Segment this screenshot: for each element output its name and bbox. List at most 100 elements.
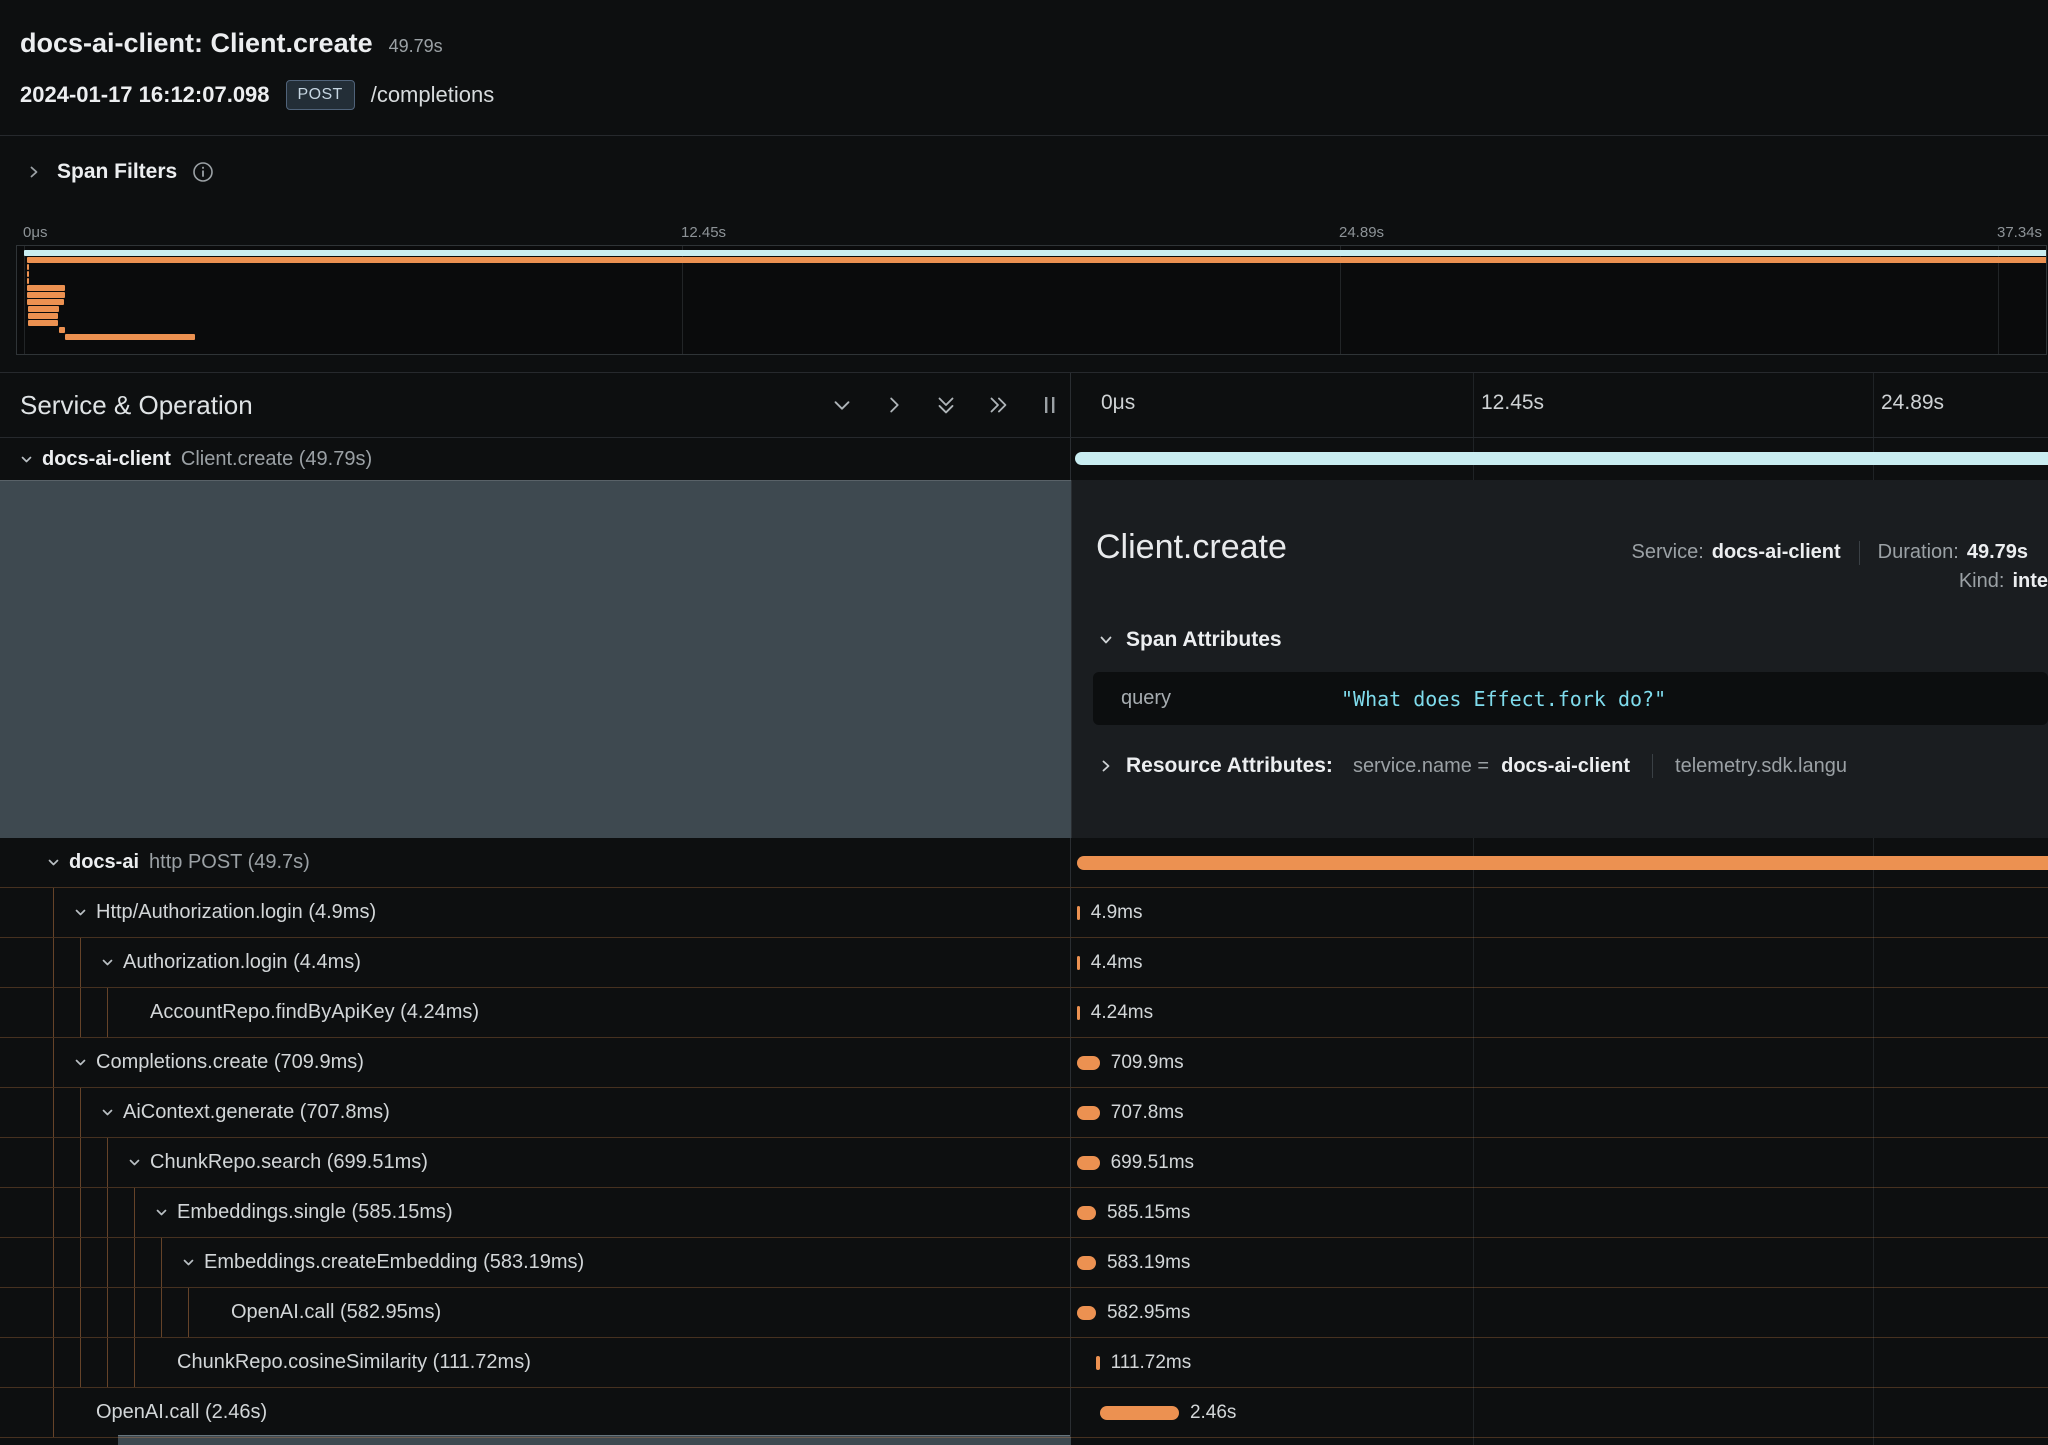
span-label-cell[interactable]: Embeddings.single (585.15ms)	[0, 1188, 1071, 1237]
span-duration-bar[interactable]	[1075, 452, 2048, 465]
chevron-down-icon[interactable]	[180, 1254, 197, 1271]
indent-guide	[80, 1288, 81, 1337]
span-duration-bar[interactable]	[1077, 1206, 1096, 1220]
span-row[interactable]: OpenAI.call (2.46s)2.46s	[0, 1388, 2048, 1438]
chevron-down-icon[interactable]	[153, 1204, 170, 1221]
chevron-down-icon[interactable]	[72, 904, 89, 921]
span-duration-bar[interactable]	[1100, 1406, 1179, 1420]
resource-attributes-toggle[interactable]: Resource Attributes: service.name = docs…	[1098, 754, 2048, 778]
span-duration-label: 4.24ms	[1091, 1002, 1153, 1024]
span-duration-bar[interactable]	[1077, 1256, 1096, 1270]
chevron-right-icon[interactable]	[26, 164, 42, 180]
span-timeline-cell: 4.24ms	[1071, 988, 2048, 1037]
attribute-row-query: query "What does Effect.fork do?"	[1093, 672, 2048, 725]
chevron-down-icon[interactable]	[72, 1054, 89, 1071]
span-duration-bar[interactable]	[1077, 1056, 1100, 1070]
indent-guide	[107, 988, 108, 1037]
span-detail-block: Client.create Service: docs-ai-client Du…	[0, 480, 2048, 838]
span-label-cell[interactable]: OpenAI.call (2.46s)	[0, 1388, 1071, 1437]
indent-guide	[134, 1338, 135, 1387]
span-attributes-toggle[interactable]: Span Attributes	[1098, 628, 1282, 652]
trace-header: docs-ai-client: Client.create 49.79s 202…	[0, 0, 2048, 136]
span-timeline-cell: 709.9ms	[1071, 1038, 2048, 1087]
minimap-span-bar	[24, 250, 2047, 256]
span-label-cell[interactable]: docs-aihttp POST (49.7s)	[0, 838, 1071, 887]
span-operation: Authorization.login (4.4ms)	[123, 951, 361, 974]
split-handle-icon[interactable]	[1036, 391, 1064, 419]
span-row[interactable]: Http/Authorization.login (4.9ms)4.9ms	[0, 888, 2048, 938]
indent-guide	[134, 1288, 135, 1337]
span-filters-toggle[interactable]: Span Filters	[26, 160, 214, 184]
chevron-down-icon[interactable]	[45, 854, 62, 871]
double-chevron-down-button[interactable]	[932, 391, 960, 419]
span-duration-bar[interactable]	[1077, 956, 1080, 970]
timeline-minimap[interactable]	[16, 245, 2047, 355]
indent-guide	[107, 1338, 108, 1387]
chevron-down-icon[interactable]	[18, 451, 35, 468]
minimap-gridline	[24, 246, 25, 354]
span-row[interactable]: Embeddings.createEmbedding (583.19ms)583…	[0, 1238, 2048, 1288]
span-duration-bar[interactable]	[1077, 1306, 1096, 1320]
span-duration-bar[interactable]	[1077, 856, 2048, 870]
span-operation: AiContext.generate (707.8ms)	[123, 1101, 390, 1124]
span-row[interactable]: docs-ai-clientClient.create (49.79s)	[0, 438, 2048, 480]
span-operation: Embeddings.createEmbedding (583.19ms)	[204, 1251, 584, 1274]
span-attributes-label: Span Attributes	[1126, 628, 1282, 652]
span-duration-bar[interactable]	[1077, 1156, 1099, 1170]
span-operation: Client.create (49.79s)	[181, 448, 372, 471]
span-label-cell[interactable]: Authorization.login (4.4ms)	[0, 938, 1071, 987]
minimap-span-bar	[65, 334, 195, 340]
span-duration-bar[interactable]	[1077, 1106, 1100, 1120]
chevron-down-icon[interactable]	[1098, 632, 1114, 648]
indent-guide	[53, 1088, 54, 1137]
http-method-badge: POST	[286, 80, 355, 110]
span-label-cell[interactable]: OpenAI.call (582.95ms)	[0, 1288, 1071, 1337]
span-row[interactable]: AccountRepo.findByApiKey (4.24ms) 4.24ms	[0, 988, 2048, 1038]
span-label-cell[interactable]: Http/Authorization.login (4.9ms)	[0, 888, 1071, 937]
span-duration-bar[interactable]	[1077, 1006, 1080, 1020]
span-row[interactable]: Authorization.login (4.4ms)4.4ms	[0, 938, 2048, 988]
span-duration-bar[interactable]	[1096, 1356, 1100, 1370]
attribute-key: query	[1121, 687, 1171, 710]
span-operation: Completions.create (709.9ms)	[96, 1051, 364, 1074]
span-label-cell[interactable]: ChunkRepo.cosineSimilarity (111.72ms)	[0, 1338, 1071, 1387]
selected-span-region	[0, 480, 1071, 838]
span-row[interactable]: OpenAI.call (582.95ms)582.95ms	[0, 1288, 2048, 1338]
span-row[interactable]: docs-aihttp POST (49.7s)	[0, 838, 2048, 888]
service-value: docs-ai-client	[1712, 541, 1841, 564]
span-label-cell[interactable]: Embeddings.createEmbedding (583.19ms)	[0, 1238, 1071, 1287]
info-icon[interactable]	[192, 161, 214, 183]
span-row[interactable]: ChunkRepo.search (699.51ms)699.51ms	[0, 1138, 2048, 1188]
minimap-span-bar	[27, 292, 64, 298]
service-operation-title: Service & Operation	[20, 390, 828, 421]
span-duration-bar[interactable]	[1077, 906, 1080, 920]
span-operation: OpenAI.call (582.95ms)	[231, 1301, 441, 1324]
indent-guide	[53, 1238, 54, 1287]
indent-guide	[53, 1188, 54, 1237]
span-label-cell[interactable]: Completions.create (709.9ms)	[0, 1038, 1071, 1087]
span-timeline-cell: 2.46s	[1071, 1388, 2048, 1437]
chevron-down-icon[interactable]	[126, 1154, 143, 1171]
span-label-cell[interactable]: AccountRepo.findByApiKey (4.24ms)	[0, 988, 1071, 1037]
chevron-down-icon[interactable]	[99, 954, 116, 971]
page-title: docs-ai-client: Client.create	[20, 28, 373, 59]
span-row[interactable]: ChunkRepo.cosineSimilarity (111.72ms)111…	[0, 1338, 2048, 1388]
chevron-right-icon[interactable]	[1098, 758, 1114, 774]
tree-header-row: Service & Operation	[0, 373, 2048, 438]
minimap-tick-label: 24.89s	[1339, 224, 1384, 241]
span-row[interactable]: Embeddings.single (585.15ms)585.15ms	[0, 1188, 2048, 1238]
chevron-down-icon[interactable]	[99, 1104, 116, 1121]
minimap-span-bar	[28, 313, 59, 319]
span-label-cell[interactable]: AiContext.generate (707.8ms)	[0, 1088, 1071, 1137]
double-chevron-right-button[interactable]	[984, 391, 1012, 419]
chevron-down-button[interactable]	[828, 391, 856, 419]
span-label-cell[interactable]: docs-ai-clientClient.create (49.79s)	[0, 438, 1071, 480]
span-row[interactable]: Completions.create (709.9ms) 709.9ms	[0, 1038, 2048, 1088]
indent-guide	[134, 1188, 135, 1237]
span-row[interactable]: AiContext.generate (707.8ms)707.8ms	[0, 1088, 2048, 1138]
kind-label: Kind:	[1959, 570, 2005, 593]
indent-guide	[161, 1238, 162, 1287]
span-label-cell[interactable]: ChunkRepo.search (699.51ms)	[0, 1138, 1071, 1187]
divider	[1859, 541, 1860, 565]
chevron-right-button[interactable]	[880, 391, 908, 419]
